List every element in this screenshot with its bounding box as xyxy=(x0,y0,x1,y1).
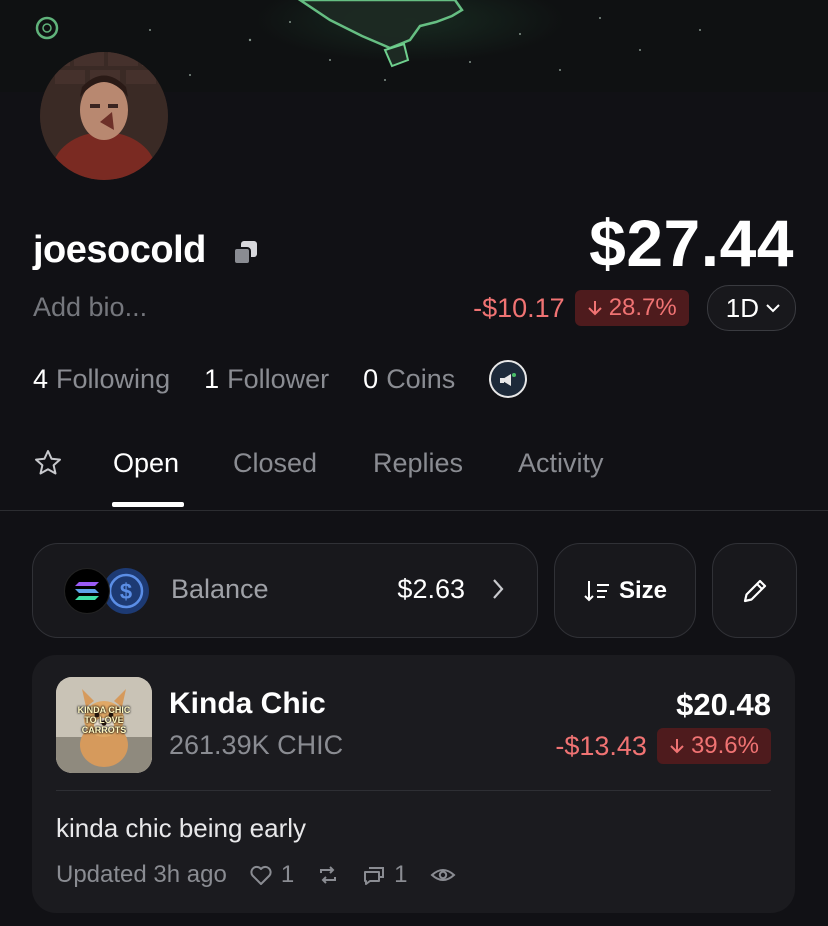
followers-label: Follower xyxy=(227,363,330,394)
star-icon[interactable] xyxy=(33,448,63,483)
updated-time: Updated 3h ago xyxy=(56,861,227,888)
arrow-down-icon xyxy=(587,301,602,316)
position-card[interactable]: KINDA CHIC TO LOVE CARROTS Kinda Chic 26… xyxy=(32,655,795,913)
position-change-percent: 39.6% xyxy=(690,732,759,759)
username: joesocold xyxy=(33,229,206,271)
sort-size-button[interactable]: Size xyxy=(554,543,696,638)
tab-replies[interactable]: Replies xyxy=(373,448,463,479)
views-button[interactable] xyxy=(430,865,456,885)
megaphone-badge-icon[interactable] xyxy=(489,360,528,398)
following-stat[interactable]: 4 Following xyxy=(33,364,170,395)
portfolio-change-row: -$10.17 28.7% 1D xyxy=(473,285,796,331)
heart-icon xyxy=(250,865,272,885)
copy-icon[interactable] xyxy=(232,239,260,267)
position-value: $20.48 xyxy=(676,687,771,722)
position-change-badge: 39.6% xyxy=(656,728,771,764)
balance-value: $2.63 xyxy=(397,574,465,604)
like-button[interactable]: 1 xyxy=(249,861,294,889)
token-quantity: 261.39K CHIC xyxy=(169,730,344,760)
following-label: Following xyxy=(56,363,171,394)
svg-text:$: $ xyxy=(120,579,132,604)
comment-icon xyxy=(364,867,385,885)
balance-label: Balance xyxy=(171,574,269,604)
portfolio-change-percent: 28.7% xyxy=(608,294,677,321)
arrow-down-icon xyxy=(670,739,684,754)
divider xyxy=(56,790,771,791)
position-change-amount: -$13.43 xyxy=(555,730,647,761)
pencil-icon xyxy=(743,579,766,602)
portfolio-total-value: $27.44 xyxy=(589,206,794,280)
followers-count: 1 xyxy=(204,363,220,394)
edit-button[interactable] xyxy=(712,543,797,638)
balance-button[interactable]: $ Balance $2.63 xyxy=(32,543,538,638)
token-name: Kinda Chic xyxy=(169,687,326,720)
token-image-caption: KINDA CHIC TO LOVE CARROTS xyxy=(77,705,131,735)
portfolio-change-badge: 28.7% xyxy=(574,290,689,326)
coins-label: Coins xyxy=(386,363,456,394)
eye-icon xyxy=(430,869,456,881)
token-image: KINDA CHIC TO LOVE CARROTS xyxy=(56,677,152,773)
position-meta: Updated 3h ago 1 1 xyxy=(56,861,456,889)
time-range-selector[interactable]: 1D xyxy=(706,285,796,331)
coins-stat[interactable]: 0 Coins xyxy=(363,364,455,395)
portfolio-change-amount: -$10.17 xyxy=(473,292,565,323)
tab-open[interactable]: Open xyxy=(113,448,179,479)
position-change-row: -$13.43 39.6% xyxy=(555,728,771,764)
avatar-image xyxy=(40,52,168,180)
repost-icon xyxy=(320,866,337,884)
bio-placeholder[interactable]: Add bio... xyxy=(33,292,147,323)
position-caption: kinda chic being early xyxy=(56,813,307,843)
solana-icon xyxy=(64,568,110,614)
avatar[interactable] xyxy=(40,52,168,180)
sort-icon xyxy=(584,580,609,601)
tab-activity[interactable]: Activity xyxy=(518,448,604,479)
chevron-right-icon xyxy=(493,579,504,599)
tab-closed[interactable]: Closed xyxy=(233,448,317,479)
comment-button[interactable]: 1 xyxy=(362,861,408,889)
following-count: 4 xyxy=(33,363,49,394)
profile-tabs: Open Closed Replies Activity xyxy=(0,440,828,511)
like-count: 1 xyxy=(280,861,295,888)
coins-count: 0 xyxy=(363,363,379,394)
comment-count: 1 xyxy=(394,861,408,888)
profile-stats: 4 Following 1 Follower 0 Coins xyxy=(33,360,528,398)
sort-label: Size xyxy=(618,576,668,604)
active-tab-indicator xyxy=(112,502,184,507)
repost-button[interactable] xyxy=(316,863,340,887)
followers-stat[interactable]: 1 Follower xyxy=(204,364,329,395)
time-range-label: 1D xyxy=(725,292,759,323)
chevron-down-icon xyxy=(766,304,780,313)
